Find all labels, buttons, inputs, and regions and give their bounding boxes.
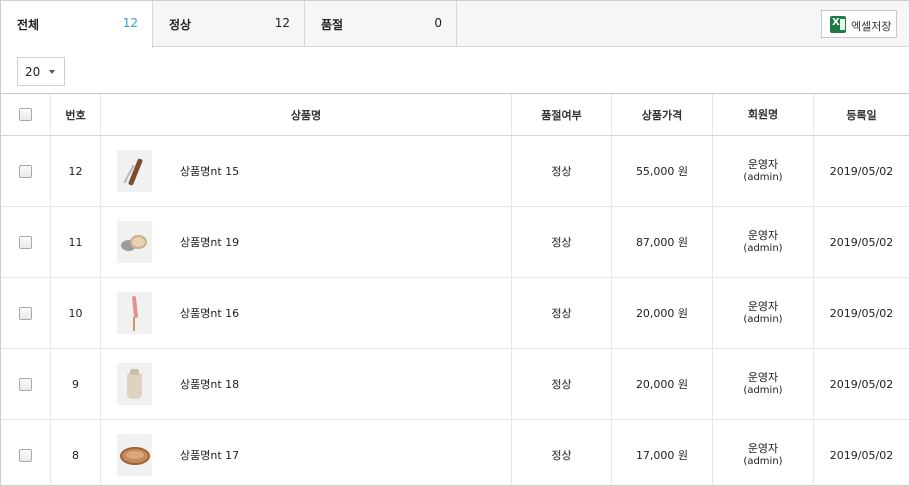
row-no: 12	[51, 136, 101, 206]
row-checkbox-cell	[1, 349, 51, 419]
tab-normal-label: 정상	[169, 18, 192, 32]
row-stock: 정상	[512, 278, 612, 348]
row-checkbox-cell	[1, 207, 51, 277]
row-name-cell: 상품명nt 18	[101, 349, 512, 419]
row-date: 2019/05/02	[829, 306, 894, 320]
excel-download-button[interactable]: 엑셀저장	[821, 10, 897, 38]
row-name-cell: 상품명nt 19	[101, 207, 512, 277]
row-stock: 정상	[512, 136, 612, 206]
table-row: 8 상품명nt 17 정상 17,000 원 운영자 (admin) 2019/…	[1, 420, 909, 485]
pouch-image[interactable]	[117, 363, 152, 405]
tab-all-count: 12	[122, 16, 138, 30]
page-size-value: 20	[25, 65, 41, 79]
member-name: 운영자	[747, 229, 779, 242]
razor-image[interactable]	[117, 150, 152, 192]
tab-normal-count: 12	[274, 16, 290, 30]
header-checkbox-cell	[1, 94, 51, 135]
product-table: 번호 상품명 품절여부 상품가격 회원명 등록일 12 상품명nt 15 정상 …	[1, 93, 909, 485]
row-no: 10	[51, 278, 101, 348]
row-date: 2019/05/02	[829, 377, 894, 391]
row-stock: 정상	[512, 420, 612, 485]
row-member-cell: 운영자 (admin)	[713, 278, 814, 348]
status-tabs: 전체 12 정상 12 품절 0 엑셀저장	[1, 1, 909, 48]
row-name-cell: 상품명nt 15	[101, 136, 512, 206]
row-price: 17,000 원	[612, 420, 713, 485]
product-name-link[interactable]: 상품명nt 19	[180, 234, 239, 250]
row-stock: 정상	[512, 349, 612, 419]
row-checkbox-cell	[1, 420, 51, 485]
tab-all[interactable]: 전체 12	[1, 1, 153, 48]
product-name-link[interactable]: 상품명nt 15	[180, 163, 239, 179]
row-date: 2019/05/02	[829, 164, 894, 178]
row-checkbox[interactable]	[19, 448, 32, 462]
product-list-panel: 전체 12 정상 12 품절 0 엑셀저장 20 번호 상품명 품절여부 상품가…	[0, 0, 910, 486]
row-date: 2019/05/02	[829, 448, 894, 462]
table-header: 번호 상품명 품절여부 상품가격 회원명 등록일	[1, 94, 909, 136]
row-checkbox[interactable]	[19, 306, 32, 320]
row-price: 20,000 원	[612, 278, 713, 348]
member-id: (admin)	[743, 385, 783, 396]
row-name-cell: 상품명nt 16	[101, 278, 512, 348]
row-price: 20,000 원	[612, 349, 713, 419]
row-no: 11	[51, 207, 101, 277]
product-name-link[interactable]: 상품명nt 16	[180, 305, 239, 321]
table-row: 9 상품명nt 18 정상 20,000 원 운영자 (admin) 2019/…	[1, 349, 909, 420]
row-price: 55,000 원	[612, 136, 713, 206]
member-id: (admin)	[743, 456, 783, 467]
table-row: 10 상품명nt 16 정상 20,000 원 운영자 (admin) 2019…	[1, 278, 909, 349]
tab-soldout[interactable]: 품절 0	[305, 1, 457, 47]
row-member-cell: 운영자 (admin)	[713, 349, 814, 419]
wooden-bowl-image[interactable]	[117, 434, 152, 476]
member-id: (admin)	[743, 243, 783, 254]
member-name: 운영자	[747, 371, 779, 384]
header-stock: 품절여부	[512, 94, 612, 135]
excel-button-label: 엑셀저장	[851, 20, 892, 33]
row-name-cell: 상품명nt 17	[101, 420, 512, 485]
header-price: 상품가격	[612, 94, 713, 135]
row-member-cell: 운영자 (admin)	[713, 136, 814, 206]
excel-icon	[830, 16, 846, 33]
product-name-link[interactable]: 상품명nt 18	[180, 376, 239, 392]
row-checkbox[interactable]	[19, 164, 32, 178]
tab-all-label: 전체	[17, 18, 40, 32]
row-checkbox[interactable]	[19, 377, 32, 391]
member-name: 운영자	[747, 442, 779, 455]
tab-soldout-label: 품절	[321, 18, 344, 32]
row-checkbox-cell	[1, 136, 51, 206]
member-name: 운영자	[747, 300, 779, 313]
row-no: 9	[51, 349, 101, 419]
header-no: 번호	[51, 94, 101, 135]
member-name: 운영자	[747, 158, 779, 171]
table-row: 12 상품명nt 15 정상 55,000 원 운영자 (admin) 2019…	[1, 136, 909, 207]
header-date: 등록일	[846, 108, 877, 122]
row-price: 87,000 원	[612, 207, 713, 277]
tab-soldout-count: 0	[434, 16, 442, 30]
header-name: 상품명	[101, 94, 512, 135]
chevron-down-icon	[49, 70, 55, 74]
brush-image[interactable]	[117, 292, 152, 334]
row-stock: 정상	[512, 207, 612, 277]
row-no: 8	[51, 420, 101, 485]
member-id: (admin)	[743, 172, 783, 183]
row-member-cell: 운영자 (admin)	[713, 420, 814, 485]
row-date: 2019/05/02	[829, 235, 894, 249]
table-row: 11 상품명nt 19 정상 87,000 원 운영자 (admin) 2019…	[1, 207, 909, 278]
product-name-link[interactable]: 상품명nt 17	[180, 447, 239, 463]
row-checkbox[interactable]	[19, 235, 32, 249]
page-size-select[interactable]: 20	[17, 57, 65, 86]
tab-normal[interactable]: 정상 12	[153, 1, 305, 47]
header-member: 회원명	[713, 94, 814, 135]
row-member-cell: 운영자 (admin)	[713, 207, 814, 277]
soap-dish-image[interactable]	[117, 221, 152, 263]
member-id: (admin)	[743, 314, 783, 325]
row-checkbox-cell	[1, 278, 51, 348]
select-all-checkbox[interactable]	[19, 108, 32, 121]
